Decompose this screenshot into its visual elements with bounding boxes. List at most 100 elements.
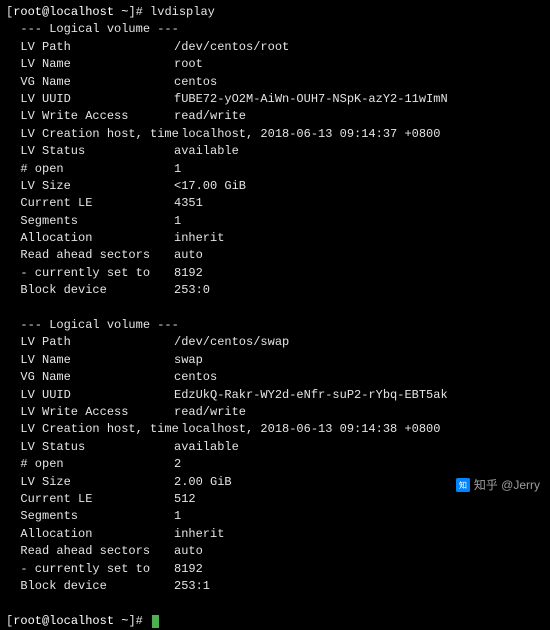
output-row: LV Path/dev/centos/root [6, 39, 544, 56]
prompt-user-host: root@localhost [13, 614, 114, 628]
cursor [152, 615, 159, 628]
row-value: 1 [174, 161, 181, 178]
row-label: LV UUID [6, 91, 174, 108]
output-row: Segments1 [6, 508, 544, 525]
row-value: <17.00 GiB [174, 178, 246, 195]
row-value: 253:1 [174, 578, 210, 595]
output-row: Segments1 [6, 213, 544, 230]
row-label: Allocation [6, 230, 174, 247]
row-value: inherit [174, 526, 224, 543]
output-row: Block device253:0 [6, 282, 544, 299]
output-row: LV Creation host, time localhost, 2018-0… [6, 126, 544, 143]
row-label: LV Creation host, time [6, 421, 174, 438]
output-row: LV Size<17.00 GiB [6, 178, 544, 195]
row-value: inherit [174, 230, 224, 247]
row-label: LV Creation host, time [6, 126, 174, 143]
row-value: read/write [174, 404, 246, 421]
output-row: Allocationinherit [6, 526, 544, 543]
row-value: 8192 [174, 561, 203, 578]
row-label: LV Path [6, 334, 174, 351]
row-value: available [174, 439, 239, 456]
blank-line [6, 595, 544, 612]
row-label: LV Name [6, 56, 174, 73]
watermark: 知知乎 @Jerry [456, 477, 540, 494]
output-row: LV UUIDfUBE72-yO2M-AiWn-OUH7-NSpK-azY2-1… [6, 91, 544, 108]
blank-line [6, 300, 544, 317]
output-row: Current LE4351 [6, 195, 544, 212]
row-label: LV Write Access [6, 108, 174, 125]
output-row: VG Namecentos [6, 369, 544, 386]
row-value: 4351 [174, 195, 203, 212]
output-row: LV Path/dev/centos/swap [6, 334, 544, 351]
row-value: auto [174, 543, 203, 560]
output-row: Allocationinherit [6, 230, 544, 247]
row-label: Current LE [6, 195, 174, 212]
row-label: Read ahead sectors [6, 543, 174, 560]
svg-text:知: 知 [459, 480, 467, 490]
row-value: 8192 [174, 265, 203, 282]
prompt-close: ]# [128, 5, 150, 19]
output-row: Block device253:1 [6, 578, 544, 595]
zhihu-icon: 知 [456, 478, 470, 492]
watermark-text: 知乎 @Jerry [474, 478, 540, 492]
row-value: auto [174, 247, 203, 264]
row-value: EdzUkQ-Rakr-WY2d-eNfr-suP2-rYbq-EBT5ak [174, 387, 448, 404]
output-row: LV Statusavailable [6, 143, 544, 160]
prompt-line-command: [root@localhost ~]# lvdisplay [6, 4, 544, 21]
output-row: - currently set to8192 [6, 265, 544, 282]
row-value: 2.00 GiB [174, 474, 232, 491]
row-label: - currently set to [6, 265, 174, 282]
row-value: centos [174, 369, 217, 386]
row-label: VG Name [6, 369, 174, 386]
row-label: Segments [6, 508, 174, 525]
output-row: LV Nameswap [6, 352, 544, 369]
row-label: LV Size [6, 474, 174, 491]
row-label: # open [6, 161, 174, 178]
row-value: 1 [174, 213, 181, 230]
row-label: LV Status [6, 143, 174, 160]
row-value: available [174, 143, 239, 160]
row-value: /dev/centos/root [174, 39, 289, 56]
output-row: Read ahead sectorsauto [6, 247, 544, 264]
output-row: LV Nameroot [6, 56, 544, 73]
row-label: LV Name [6, 352, 174, 369]
row-label: VG Name [6, 74, 174, 91]
prompt-open: [ [6, 614, 13, 628]
output-row: LV Creation host, time localhost, 2018-0… [6, 421, 544, 438]
row-value: centos [174, 74, 217, 91]
row-label: LV Size [6, 178, 174, 195]
output-row: LV Statusavailable [6, 439, 544, 456]
row-value: localhost, 2018-06-13 09:14:37 +0800 [174, 126, 440, 143]
output-row: LV Write Accessread/write [6, 108, 544, 125]
row-label: Segments [6, 213, 174, 230]
output-row: - currently set to8192 [6, 561, 544, 578]
row-label: Allocation [6, 526, 174, 543]
row-label: Read ahead sectors [6, 247, 174, 264]
output-row: # open1 [6, 161, 544, 178]
row-value: 1 [174, 508, 181, 525]
row-value: read/write [174, 108, 246, 125]
output-row: LV UUIDEdzUkQ-Rakr-WY2d-eNfr-suP2-rYbq-E… [6, 387, 544, 404]
row-label: LV UUID [6, 387, 174, 404]
prompt-user-host: root@localhost [13, 5, 114, 19]
terminal-output: [root@localhost ~]# lvdisplay --- Logica… [6, 4, 544, 630]
row-label: LV Status [6, 439, 174, 456]
command-text: lvdisplay [150, 5, 215, 19]
row-value: localhost, 2018-06-13 09:14:38 +0800 [174, 421, 440, 438]
prompt-cwd: ~ [114, 614, 128, 628]
logical-volume-header: --- Logical volume --- [6, 21, 544, 38]
prompt-line-idle[interactable]: [root@localhost ~]# [6, 613, 544, 630]
output-row: VG Namecentos [6, 74, 544, 91]
row-value: 2 [174, 456, 181, 473]
row-value: /dev/centos/swap [174, 334, 289, 351]
row-value: 253:0 [174, 282, 210, 299]
row-value: root [174, 56, 203, 73]
row-label: - currently set to [6, 561, 174, 578]
prompt-close: ]# [128, 614, 150, 628]
row-value: swap [174, 352, 203, 369]
output-row: Read ahead sectorsauto [6, 543, 544, 560]
output-row: # open2 [6, 456, 544, 473]
row-label: Block device [6, 578, 174, 595]
row-label: Block device [6, 282, 174, 299]
row-value: fUBE72-yO2M-AiWn-OUH7-NSpK-azY2-11wImN [174, 91, 448, 108]
